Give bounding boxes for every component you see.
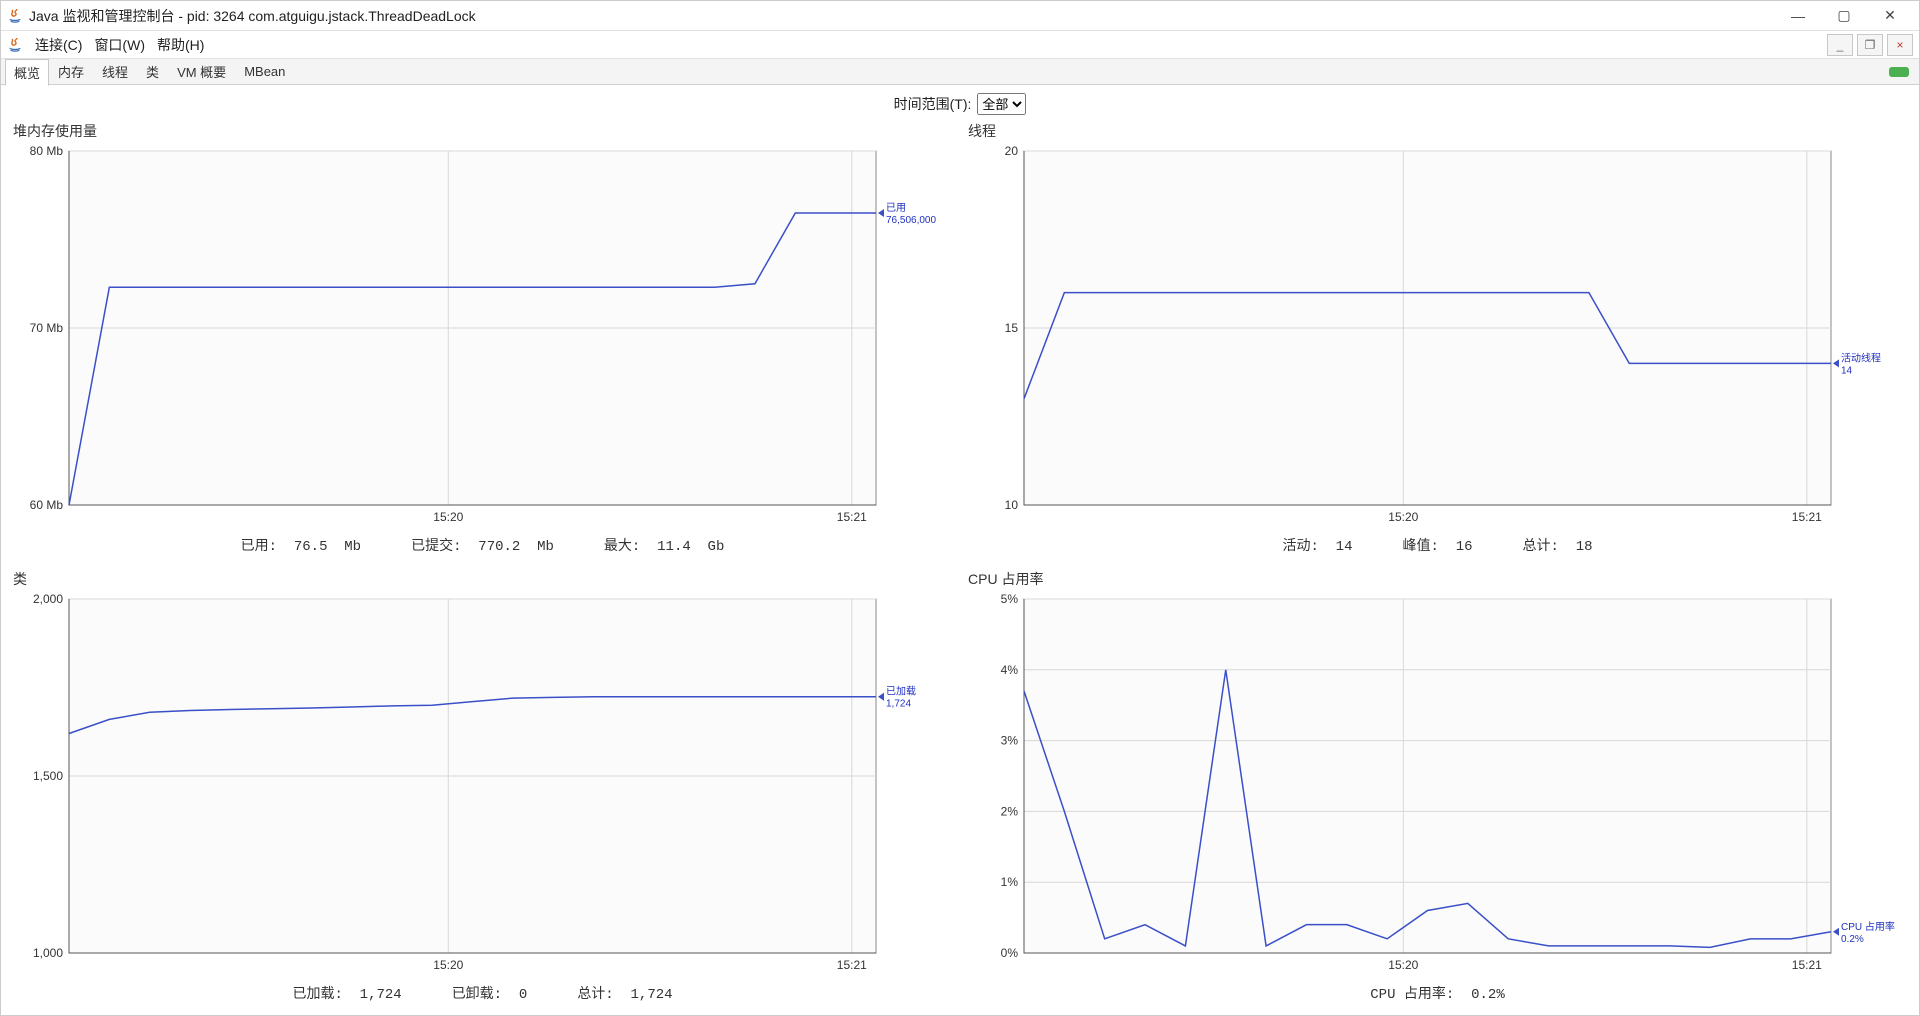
panel-threads-status: 活动: 14 峰值: 16 总计: 18 — [964, 533, 1911, 559]
svg-text:0%: 0% — [1001, 946, 1019, 960]
menu-window[interactable]: 窗口(W) — [88, 35, 151, 55]
svg-text:4%: 4% — [1001, 663, 1019, 677]
svg-text:15:21: 15:21 — [1792, 958, 1822, 972]
internal-frame-buttons: _ ❐ × — [1827, 34, 1913, 56]
panel-threads-title: 线程 — [964, 119, 1911, 143]
svg-text:20: 20 — [1005, 144, 1019, 158]
panel-cpu-title: CPU 占用率 — [964, 567, 1911, 591]
svg-text:10: 10 — [1005, 498, 1019, 512]
svg-text:3%: 3% — [1001, 734, 1019, 748]
svg-text:活动线程: 活动线程 — [1841, 351, 1881, 364]
menubar: 连接(C) 窗口(W) 帮助(H) _ ❐ × — [1, 31, 1919, 59]
titlebar: Java 监视和管理控制台 - pid: 3264 com.atguigu.js… — [1, 1, 1919, 31]
panel-classes: 类 1,000 1,500 2,000 15:20 15:21 已加载1,724 已加载:… — [9, 567, 956, 1007]
window-title: Java 监视和管理控制台 - pid: 3264 com.atguigu.js… — [29, 6, 1775, 26]
panel-threads: 线程 10 15 20 15:20 15:21 活动线程14 活动: 14 峰值: 16 … — [964, 119, 1911, 559]
svg-text:60 Mb: 60 Mb — [30, 498, 64, 512]
panel-cpu-status: CPU 占用率: 0.2% — [964, 981, 1911, 1007]
tab-vm[interactable]: VM 概要 — [168, 58, 235, 85]
svg-text:15:21: 15:21 — [1792, 510, 1822, 524]
svg-text:15:20: 15:20 — [1388, 958, 1418, 972]
chart-grid: 堆内存使用量 60 Mb 70 Mb 80 Mb 15:20 15:21 已用76,506… — [9, 119, 1911, 1007]
panel-classes-title: 类 — [9, 567, 956, 591]
iframe-restore-button[interactable]: ❐ — [1857, 34, 1883, 56]
svg-text:14: 14 — [1841, 365, 1853, 376]
svg-text:1,724: 1,724 — [886, 699, 911, 710]
connection-status-icon — [1889, 67, 1909, 77]
chart-heap: 60 Mb 70 Mb 80 Mb 15:20 15:21 已用76,506,000 — [9, 143, 956, 533]
menu-connection[interactable]: 连接(C) — [29, 35, 88, 55]
svg-text:15:21: 15:21 — [837, 510, 867, 524]
menu-help[interactable]: 帮助(H) — [151, 35, 210, 55]
iframe-close-button[interactable]: × — [1887, 34, 1913, 56]
svg-text:1%: 1% — [1001, 875, 1019, 889]
java-icon — [7, 8, 23, 24]
tabbar: 概览 内存 线程 类 VM 概要 MBean — [1, 59, 1919, 85]
panel-cpu: CPU 占用率 0%1%2%3%4%5%15:2015:21CPU 占用率0.2… — [964, 567, 1911, 1007]
svg-text:2%: 2% — [1001, 804, 1019, 818]
svg-text:已加载: 已加载 — [886, 686, 916, 698]
svg-text:15:21: 15:21 — [837, 958, 867, 972]
svg-text:76,506,000: 76,506,000 — [886, 215, 936, 226]
svg-text:15:20: 15:20 — [433, 958, 463, 972]
chart-threads: 10 15 20 15:20 15:21 活动线程14 — [964, 143, 1911, 533]
tab-memory[interactable]: 内存 — [49, 58, 93, 85]
java-icon — [7, 37, 23, 53]
svg-text:70 Mb: 70 Mb — [30, 321, 64, 335]
panel-heap-title: 堆内存使用量 — [9, 119, 956, 143]
svg-text:2,000: 2,000 — [33, 592, 63, 606]
maximize-button[interactable]: ▢ — [1821, 2, 1867, 30]
tab-mbean[interactable]: MBean — [235, 60, 294, 83]
tab-threads[interactable]: 线程 — [93, 58, 137, 85]
chart-cpu: 0% 1% 2% 3% 4% 5% 15:20 15:21 CPU 占用率0.2% — [964, 591, 1911, 981]
panel-heap-status: 已用: 76.5 Mb 已提交: 770.2 Mb 最大: 11.4 Gb — [9, 533, 956, 559]
jconsole-window: Java 监视和管理控制台 - pid: 3264 com.atguigu.js… — [0, 0, 1920, 1016]
chart-classes: 1,000 1,500 2,000 15:20 15:21 已加载1,724 — [9, 591, 956, 981]
svg-text:5%: 5% — [1001, 592, 1019, 606]
svg-text:15:20: 15:20 — [1388, 510, 1418, 524]
minimize-button[interactable]: — — [1775, 2, 1821, 30]
iframe-minimize-button[interactable]: _ — [1827, 34, 1853, 56]
time-range-select[interactable]: 全部 — [977, 93, 1026, 115]
svg-text:1,500: 1,500 — [33, 769, 63, 783]
overview-body: 时间范围(T): 全部 堆内存使用量 60 Mb70 Mb80 Mb15:201… — [1, 85, 1919, 1015]
svg-text:15:20: 15:20 — [433, 510, 463, 524]
panel-classes-status: 已加载: 1,724 已卸载: 0 总计: 1,724 — [9, 981, 956, 1007]
close-button[interactable]: ✕ — [1867, 2, 1913, 30]
time-range-label: 时间范围(T): — [894, 94, 972, 114]
svg-text:80 Mb: 80 Mb — [30, 144, 64, 158]
svg-text:1,000: 1,000 — [33, 946, 63, 960]
panel-heap: 堆内存使用量 60 Mb 70 Mb 80 Mb 15:20 15:21 已用76,506… — [9, 119, 956, 559]
tab-classes[interactable]: 类 — [137, 58, 168, 85]
svg-text:CPU 占用率: CPU 占用率 — [1841, 920, 1895, 933]
tab-overview[interactable]: 概览 — [5, 59, 49, 86]
svg-text:15: 15 — [1005, 321, 1019, 335]
svg-text:已用: 已用 — [886, 203, 906, 214]
time-range-row: 时间范围(T): 全部 — [9, 89, 1911, 119]
svg-text:0.2%: 0.2% — [1841, 934, 1864, 945]
